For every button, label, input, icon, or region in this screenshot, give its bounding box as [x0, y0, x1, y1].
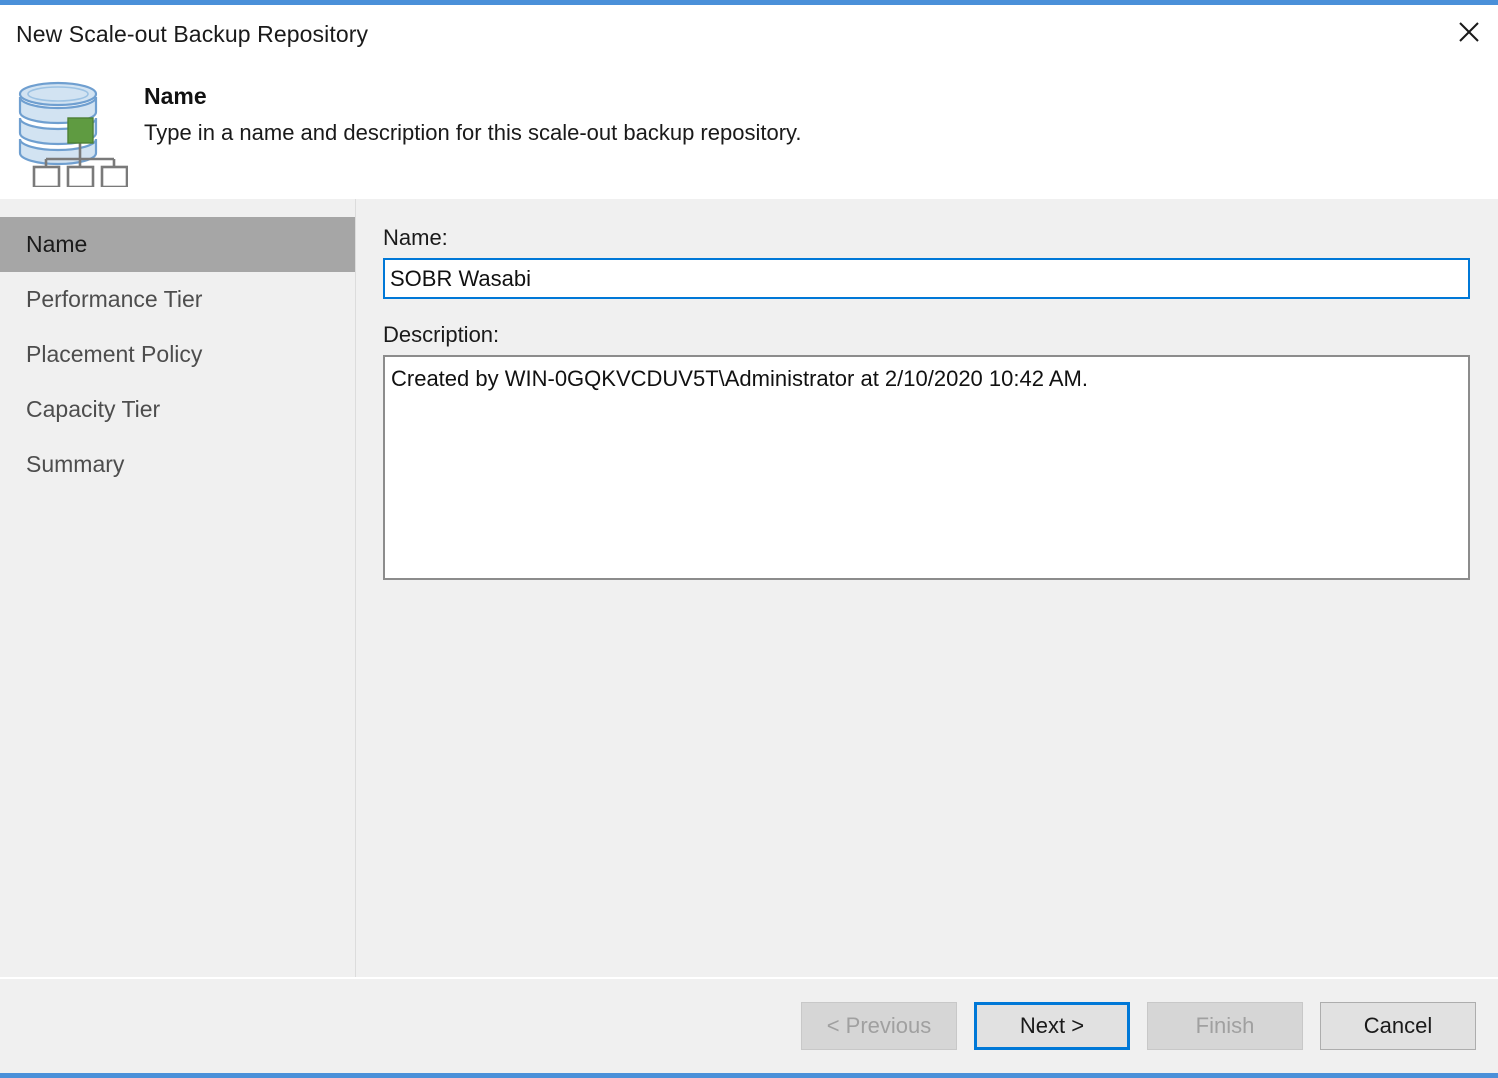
sidebar-item-summary[interactable]: Summary [0, 437, 355, 492]
name-field-label: Name: [383, 225, 448, 250]
cancel-button[interactable]: Cancel [1320, 1002, 1476, 1050]
dialog-header: Name Type in a name and description for … [0, 63, 1498, 198]
sidebar-item-capacity-tier[interactable]: Capacity Tier [0, 382, 355, 437]
header-text-group: Name Type in a name and description for … [144, 83, 802, 146]
finish-button-label: Finish [1195, 1013, 1255, 1038]
scale-out-backup-repository-icon [18, 81, 128, 187]
description-field-label: Description: [383, 322, 500, 347]
finish-button[interactable]: Finish [1147, 1002, 1303, 1050]
close-button[interactable] [1440, 5, 1498, 59]
new-scale-out-backup-repository-dialog: New Scale-out Backup Repository Name Typ… [0, 0, 1498, 1078]
dialog-body: Name Performance Tier Placement Policy C… [0, 198, 1498, 977]
close-icon [1459, 22, 1479, 42]
sidebar-item-name[interactable]: Name [0, 217, 355, 272]
sidebar-item-label: Placement Policy [26, 341, 203, 367]
page-title: Name [144, 83, 207, 109]
description-text: Created by WIN-0GQKVCDUV5T\Administrator… [391, 366, 1088, 391]
field-spacer [383, 299, 1474, 322]
dialog-footer: < Previous Next > Finish Cancel [0, 977, 1498, 1073]
title-bar: New Scale-out Backup Repository [0, 5, 1498, 63]
wizard-step-list: Name Performance Tier Placement Policy C… [0, 199, 356, 977]
page-subtitle: Type in a name and description for this … [144, 120, 802, 145]
name-input[interactable] [383, 258, 1470, 299]
previous-button[interactable]: < Previous [801, 1002, 957, 1050]
cancel-button-label: Cancel [1363, 1013, 1433, 1038]
sidebar-item-label: Name [26, 231, 88, 257]
description-textarea[interactable]: Created by WIN-0GQKVCDUV5T\Administrator… [383, 355, 1470, 580]
sidebar-item-label: Performance Tier [26, 286, 203, 312]
sidebar-item-label: Capacity Tier [26, 396, 161, 422]
previous-button-label: < Previous [826, 1013, 932, 1038]
sidebar-item-placement-policy[interactable]: Placement Policy [0, 327, 355, 382]
wizard-step-content: Name: Description: Created by WIN-0GQKVC… [356, 199, 1498, 977]
window-title: New Scale-out Backup Repository [16, 20, 369, 47]
next-button-label: Next > [1019, 1013, 1085, 1038]
sidebar-item-performance-tier[interactable]: Performance Tier [0, 272, 355, 327]
sidebar-item-label: Summary [26, 451, 125, 477]
next-button[interactable]: Next > [974, 1002, 1130, 1050]
